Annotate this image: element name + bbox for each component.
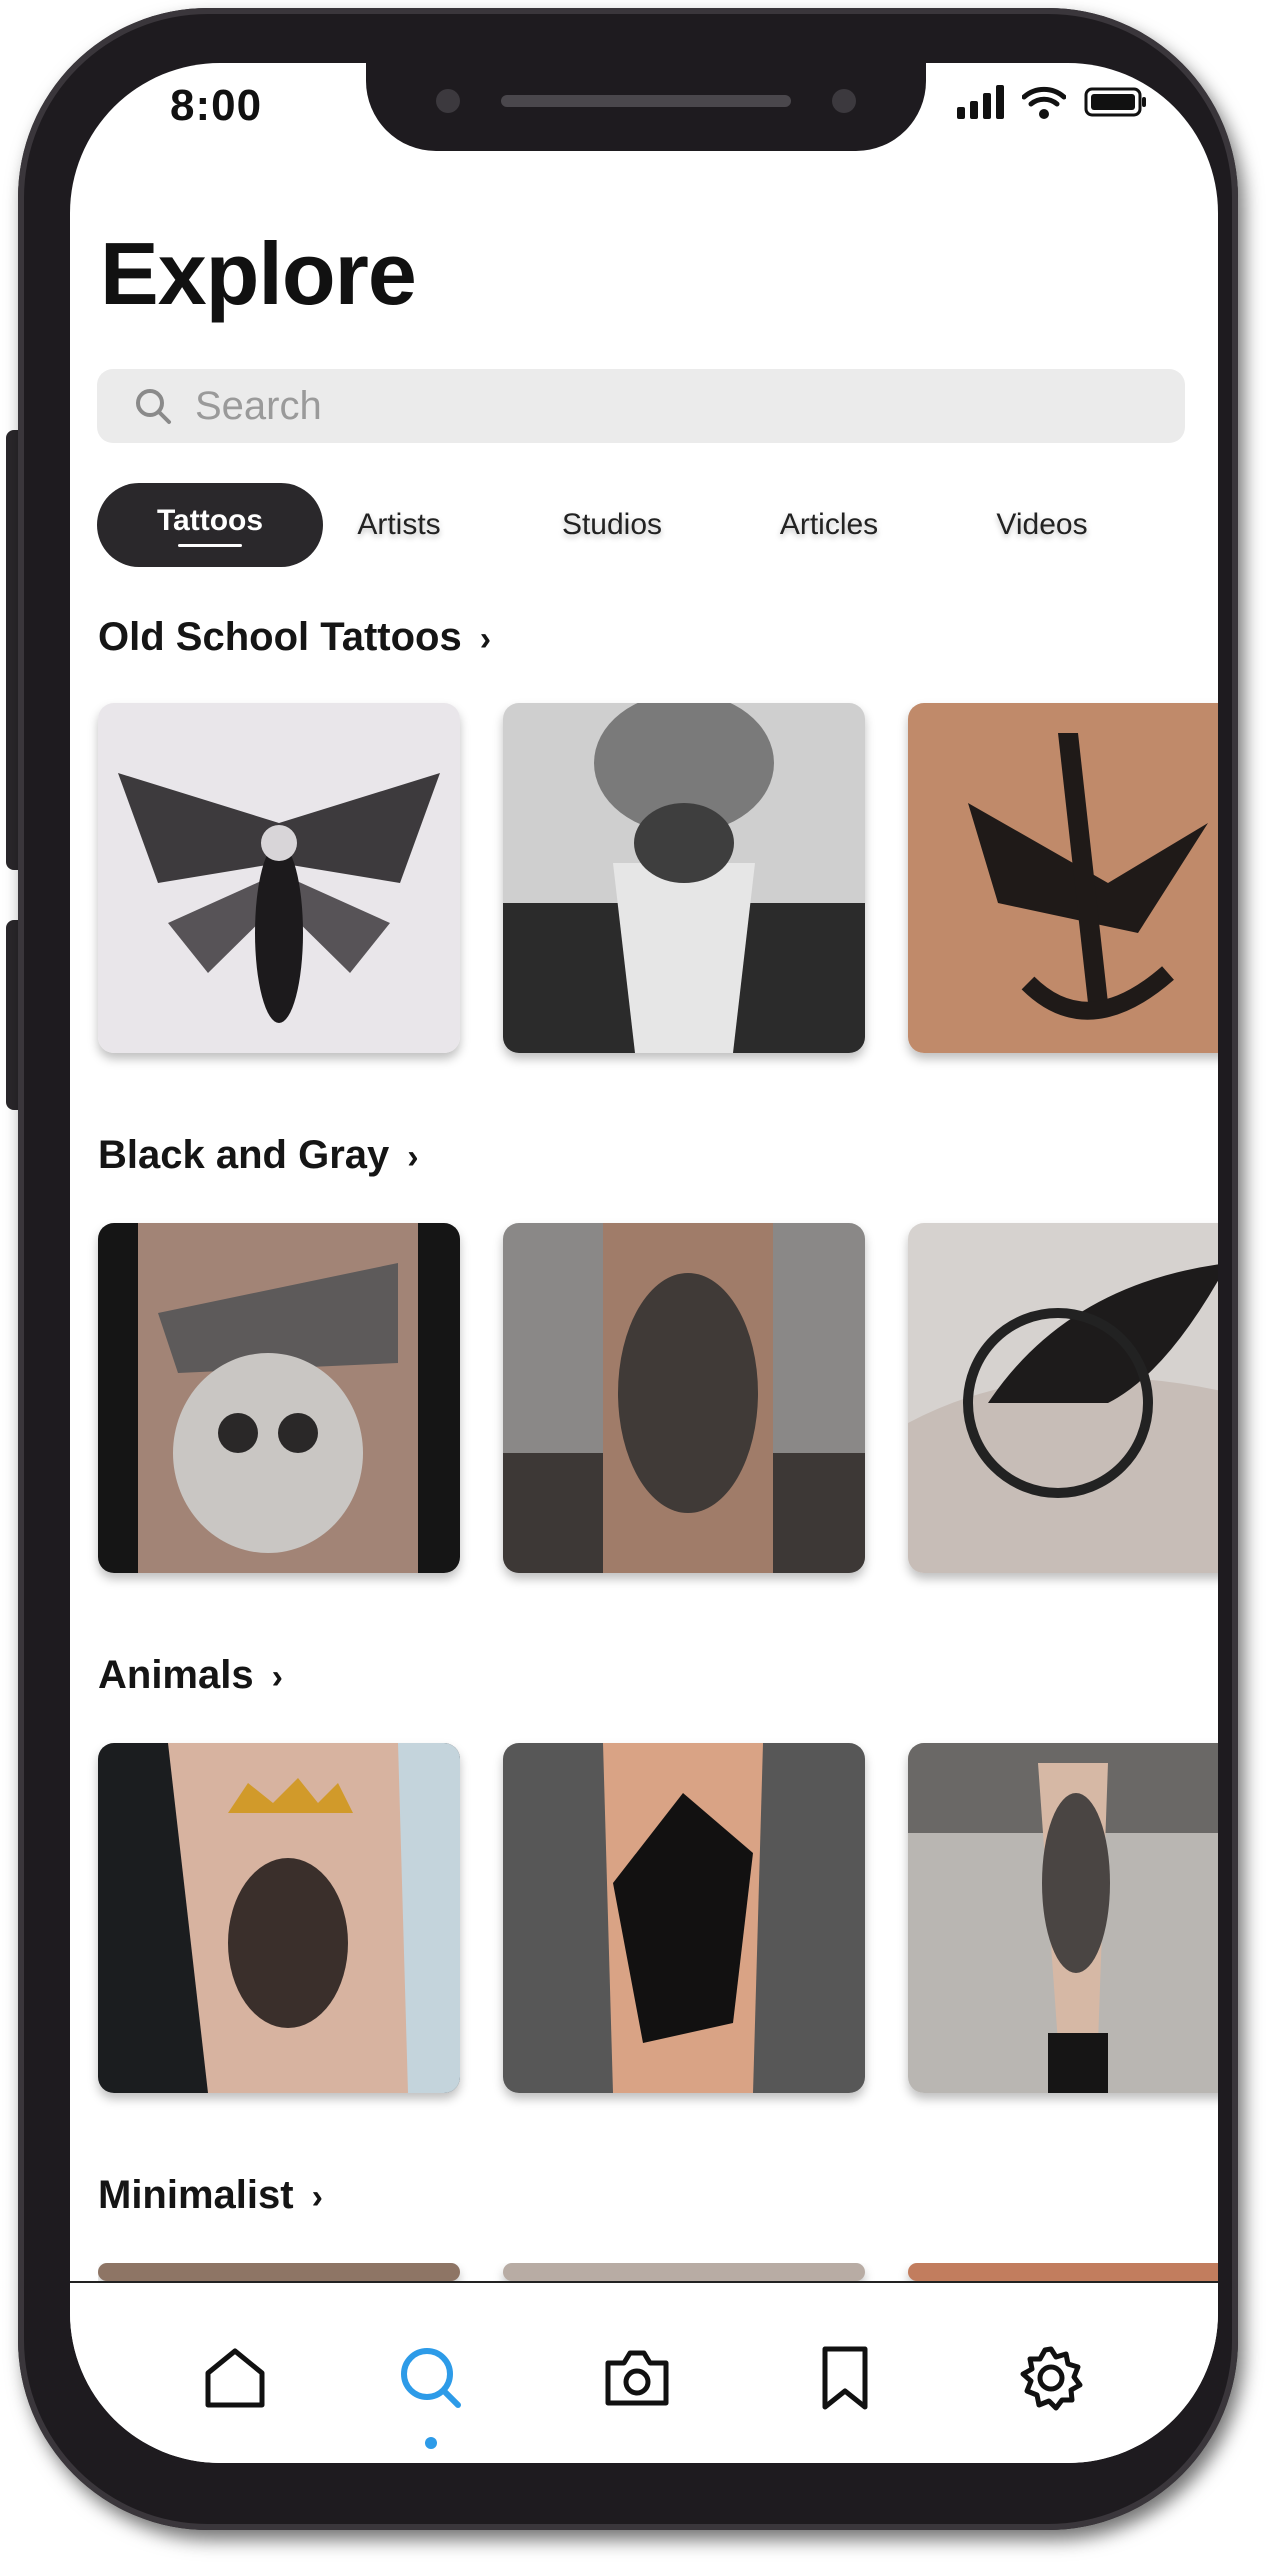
tab-articles[interactable]: Articles	[749, 483, 909, 567]
nav-camera[interactable]	[602, 2343, 672, 2413]
nav-settings[interactable]	[1016, 2343, 1086, 2413]
bottom-nav	[70, 2281, 1218, 2463]
search-icon	[401, 2348, 461, 2408]
section-title-old-school[interactable]: Old School Tattoos ›	[98, 615, 491, 660]
wifi-icon	[1022, 86, 1066, 119]
settings-icon	[1020, 2346, 1083, 2411]
page-title: Explore	[100, 224, 417, 323]
tattoo-thumbnail[interactable]	[503, 2263, 865, 2281]
active-indicator	[425, 2437, 437, 2449]
signal-icon	[957, 85, 1004, 119]
tattoo-thumbnail[interactable]	[98, 1743, 460, 2093]
search-icon	[136, 389, 171, 424]
tattoo-thumbnail[interactable]	[98, 703, 460, 1053]
nav-home[interactable]	[200, 2343, 270, 2413]
tattoo-thumbnail[interactable]	[908, 1223, 1218, 1573]
chevron-right-icon: ›	[311, 2178, 323, 2216]
tab-label: Artists	[357, 508, 441, 541]
screen: 8:00 Explore Search Tattoos Artists Stud…	[70, 63, 1218, 2463]
tattoo-thumbnail[interactable]	[908, 703, 1218, 1053]
tattoo-row	[98, 2263, 1218, 2281]
tattoo-row	[98, 1743, 1218, 2093]
status-icons	[957, 85, 1148, 119]
tab-studios[interactable]: Studios	[537, 483, 687, 567]
chevron-right-icon: ›	[479, 620, 492, 658]
chevron-right-icon: ›	[271, 1658, 283, 1696]
tattoo-row	[98, 703, 1218, 1053]
tattoo-row	[98, 1223, 1218, 1573]
section-title-animals[interactable]: Animals ›	[98, 1653, 283, 1698]
nav-search[interactable]	[396, 2343, 466, 2413]
tab-label: Articles	[779, 508, 879, 541]
section-title-black-and-gray[interactable]: Black and Gray ›	[98, 1133, 419, 1178]
tab-tattoos[interactable]: Tattoos	[97, 483, 323, 567]
tab-label: Tattoos	[156, 503, 264, 537]
tattoo-thumbnail[interactable]	[908, 1743, 1218, 2093]
search-input[interactable]	[193, 382, 1097, 430]
phone-frame: 8:00 Explore Search Tattoos Artists Stud…	[18, 8, 1238, 2530]
tattoo-thumbnail[interactable]	[908, 2263, 1218, 2281]
tab-bar: Tattoos Artists Studios Articles Videos	[97, 483, 1197, 567]
chevron-right-icon: ›	[407, 1138, 419, 1176]
tattoo-thumbnail[interactable]	[503, 1223, 865, 1573]
battery-icon	[1084, 87, 1146, 117]
tattoo-thumbnail[interactable]	[98, 2263, 460, 2281]
camera-icon	[605, 2350, 669, 2406]
tattoo-thumbnail[interactable]	[98, 1223, 460, 1573]
tab-artists[interactable]: Artists	[329, 483, 469, 567]
notch	[366, 63, 926, 151]
tattoo-thumbnail[interactable]	[503, 703, 865, 1053]
tab-label: Studios	[561, 508, 663, 541]
home-icon	[205, 2348, 265, 2408]
section-title-minimalist[interactable]: Minimalist ›	[98, 2173, 323, 2218]
nav-bookmark[interactable]	[810, 2343, 880, 2413]
search-bar[interactable]	[97, 369, 1185, 443]
tattoo-thumbnail[interactable]	[503, 1743, 865, 2093]
tab-label: Videos	[996, 508, 1088, 541]
bookmark-icon	[822, 2346, 868, 2410]
status-time: 8:00	[170, 81, 263, 130]
tab-videos[interactable]: Videos	[967, 483, 1117, 567]
